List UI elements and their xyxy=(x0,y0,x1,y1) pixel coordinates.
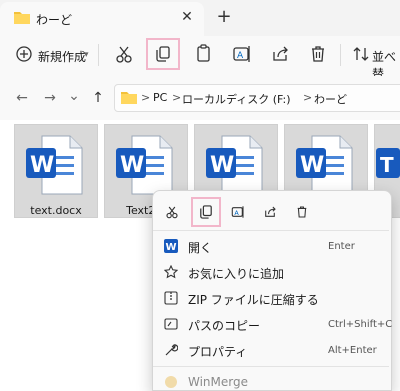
menu-item-label: WinMerge xyxy=(188,375,248,389)
menu-delete-button[interactable] xyxy=(292,202,312,222)
rename-icon: A xyxy=(233,46,250,62)
cut-button[interactable] xyxy=(110,40,138,68)
cut-icon xyxy=(166,206,178,219)
share-icon xyxy=(265,206,276,217)
tab-title: わーど xyxy=(36,13,73,27)
forward-button[interactable]: → xyxy=(40,88,60,108)
delete-button[interactable] xyxy=(304,40,332,68)
word-document-icon: W xyxy=(294,134,358,196)
folder-icon xyxy=(121,90,137,104)
delete-icon xyxy=(312,46,324,62)
copy-button[interactable] xyxy=(146,38,180,70)
divider xyxy=(340,44,341,66)
breadcrumb-separator: > xyxy=(303,91,313,104)
word-document-icon: T xyxy=(376,134,400,196)
tab-current[interactable] xyxy=(0,2,204,36)
breadcrumb-folder[interactable]: わーど xyxy=(314,91,347,107)
menu-rename-button[interactable]: A xyxy=(228,202,248,222)
paste-icon xyxy=(197,44,210,62)
folder-icon xyxy=(14,10,30,24)
breadcrumb-pc[interactable]: PC xyxy=(153,91,167,104)
word-document-icon: W xyxy=(204,134,268,196)
svg-text:W: W xyxy=(166,242,177,253)
svg-text:A: A xyxy=(234,209,239,217)
chevron-down-icon[interactable]: ▾ xyxy=(84,50,89,60)
sort-button[interactable] xyxy=(352,44,370,64)
breadcrumb-separator: > xyxy=(172,91,182,104)
new-button-label[interactable]: 新規作成 xyxy=(38,48,86,65)
back-button[interactable]: ← xyxy=(12,88,32,108)
paste-button[interactable] xyxy=(190,40,218,68)
share-icon xyxy=(273,46,288,61)
menu-item-label: お気に入りに追加 xyxy=(188,267,285,281)
tab-close-button[interactable]: ✕ xyxy=(178,8,196,26)
menu-separator xyxy=(153,366,389,367)
svg-text:T: T xyxy=(380,153,394,177)
zip-icon xyxy=(164,291,178,305)
delete-icon xyxy=(297,206,307,218)
wrench-icon xyxy=(164,343,178,357)
menu-item-shortcut: Alt+Enter xyxy=(328,345,377,356)
new-tab-button[interactable]: + xyxy=(214,8,234,28)
breadcrumb-drive[interactable]: ローカルディスク (F:) xyxy=(182,91,291,107)
word-document-icon: W xyxy=(114,134,178,196)
path-copy-icon xyxy=(164,317,178,331)
winmerge-icon xyxy=(164,375,178,389)
menu-item-shortcut: Ctrl+Shift+C xyxy=(328,319,393,330)
menu-cut-button[interactable] xyxy=(162,202,182,222)
menu-item-shortcut: Enter xyxy=(328,241,355,252)
svg-text:W: W xyxy=(120,153,144,178)
star-icon xyxy=(164,265,178,279)
divider xyxy=(98,44,99,66)
new-button[interactable] xyxy=(16,46,32,62)
rename-button[interactable]: A xyxy=(228,40,256,68)
svg-text:W: W xyxy=(30,153,54,178)
svg-text:W: W xyxy=(210,153,234,178)
menu-item-label: パスのコピー xyxy=(188,319,261,333)
cut-icon xyxy=(116,46,132,63)
up-button[interactable]: ↑ xyxy=(88,88,108,108)
copy-icon xyxy=(156,46,170,62)
svg-text:W: W xyxy=(300,153,324,178)
menu-item-label: 開く xyxy=(188,241,213,255)
recent-locations-button[interactable]: ⌄ xyxy=(64,86,84,106)
menu-copy-button[interactable] xyxy=(191,197,221,227)
copy-icon xyxy=(200,205,212,219)
menu-share-button[interactable] xyxy=(260,202,280,222)
sort-icon xyxy=(353,47,369,61)
plus-icon xyxy=(16,46,32,62)
file-name: text.docx xyxy=(30,204,82,217)
word-document-icon: W xyxy=(24,134,88,196)
svg-text:A: A xyxy=(237,51,244,61)
share-button[interactable] xyxy=(266,40,294,68)
menu-separator xyxy=(153,230,389,231)
breadcrumb-separator: > xyxy=(141,91,151,104)
menu-item-label: プロパティ xyxy=(188,345,248,359)
rename-icon: A xyxy=(231,206,244,218)
word-icon: W xyxy=(164,239,178,253)
menu-item-label: ZIP ファイルに圧縮する xyxy=(188,293,319,307)
